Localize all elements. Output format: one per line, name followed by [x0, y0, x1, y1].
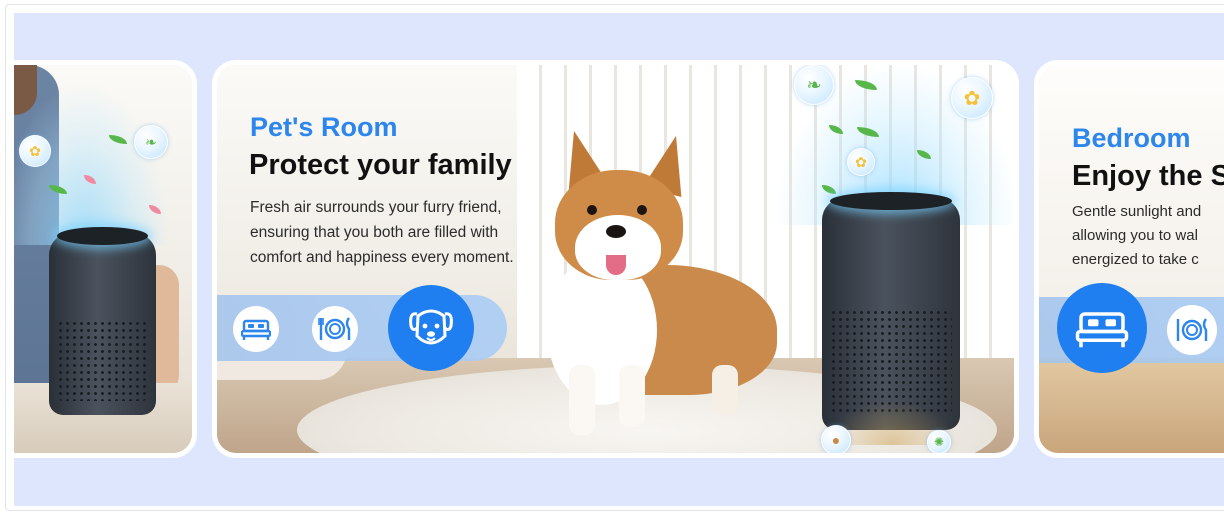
- description-line: allowing you to wal: [1072, 227, 1198, 244]
- slide-headline: Protect your family: [249, 149, 512, 181]
- carousel-slide-previous[interactable]: ✿ ❧: [14, 60, 197, 458]
- hair-bubble-icon: ●: [821, 425, 851, 453]
- flower-bubble-icon: ✿: [847, 148, 875, 176]
- dog-eye: [637, 205, 647, 215]
- dog-tongue: [606, 255, 626, 275]
- dog-eye: [587, 205, 597, 215]
- room-name: Bedroom: [1072, 123, 1191, 153]
- dining-icon[interactable]: [1167, 305, 1217, 355]
- dog-leg: [712, 365, 738, 415]
- bed-icon[interactable]: [1057, 283, 1147, 373]
- flower-bubble-icon: ✿: [19, 135, 51, 167]
- description-line: comfort and happiness every moment.: [250, 249, 514, 266]
- slide-headline: Enjoy the S: [1072, 160, 1224, 192]
- carousel-slide-bedroom[interactable]: Bedroom Enjoy the S Gentle sunlight and …: [1034, 60, 1224, 458]
- dining-icon[interactable]: [312, 306, 358, 352]
- room-name: Pet's Room: [250, 112, 398, 142]
- leaf-bubble-icon: ❧: [134, 125, 168, 159]
- description-line: ensuring that you both are filled with: [250, 224, 499, 241]
- dog-leg: [569, 365, 595, 435]
- description-line: Fresh air surrounds your furry friend,: [250, 199, 502, 216]
- floor: [1039, 358, 1224, 453]
- air-purifier-image: [49, 227, 156, 415]
- slide-description: Fresh air surrounds your furry friend, e…: [250, 195, 514, 270]
- carousel-track[interactable]: ✿ ❧ Pet's Room Protect your family Fresh…: [14, 13, 1224, 506]
- description-line: energized to take c: [1072, 251, 1199, 268]
- dog-leg: [619, 365, 645, 427]
- flower-bubble-icon: ✿: [951, 77, 993, 119]
- bed-icon[interactable]: [233, 306, 279, 352]
- air-purifier-image: [822, 192, 960, 430]
- germ-bubble-icon: ✺: [927, 430, 951, 453]
- dog-nose: [606, 225, 626, 238]
- description-line: Gentle sunlight and: [1072, 203, 1202, 220]
- leaf-bubble-icon: ❧: [794, 65, 834, 105]
- slide-description: Gentle sunlight and allowing you to wal …: [1072, 200, 1201, 272]
- dog-icon[interactable]: [388, 285, 474, 371]
- carousel-slide-pets-room[interactable]: Pet's Room Protect your family Fresh air…: [212, 60, 1019, 458]
